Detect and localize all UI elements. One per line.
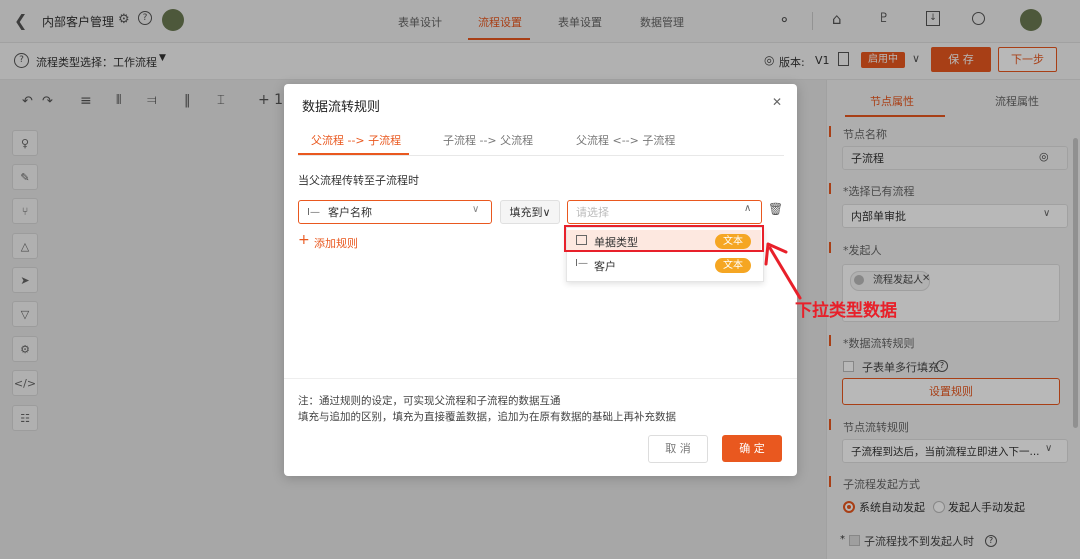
add-rule-plus-icon[interactable]: + [298, 232, 310, 248]
section-label: 当父流程传转至子流程时 [298, 174, 419, 187]
target-placeholder: 请选择 [576, 206, 609, 219]
option-type-badge: 文本 [715, 258, 751, 273]
ok-button[interactable]: 确 定 [722, 435, 782, 462]
chevron-up-icon: ∧ [744, 203, 752, 214]
modal-footer-divider [284, 378, 797, 379]
chevron-down-icon: ∨ [472, 204, 480, 215]
note-line-1: 注：通过规则的设定，可实现父流程和子流程的数据互通 [298, 395, 561, 407]
action-value: 填充到∨ [509, 206, 551, 219]
source-field-value: 客户名称 [327, 206, 372, 219]
highlight-box [564, 225, 764, 252]
add-rule-link[interactable]: 添加规则 [314, 235, 358, 251]
modal-tab-parent-to-child[interactable]: 父流程 --> 子流程 [311, 132, 401, 148]
text-type-icon: I— [307, 206, 320, 218]
note-line-2: 填充与追加的区别，填充为直接覆盖数据，追加为在原有数据的基础上再补充数据 [298, 411, 676, 423]
source-field-select[interactable]: I— 客户名称 [298, 200, 492, 224]
ok-label: 确 定 [739, 442, 765, 455]
modal-title: 数据流转规则 [302, 100, 381, 115]
text-type-icon: I— [575, 258, 588, 269]
annotation-label: 下拉类型数据 [795, 301, 897, 321]
cancel-label: 取 消 [665, 442, 691, 455]
target-field-select[interactable]: 请选择 [567, 200, 762, 224]
option-label: 客户 [594, 260, 616, 273]
data-flow-rule-modal: 数据流转规则 ✕ 父流程 --> 子流程 子流程 --> 父流程 父流程 <--… [284, 84, 797, 476]
modal-tab-bidirectional[interactable]: 父流程 <--> 子流程 [576, 132, 675, 148]
action-select[interactable]: 填充到∨ [500, 200, 560, 224]
cancel-button[interactable]: 取 消 [648, 435, 708, 463]
trash-icon[interactable]: 🗑︎ [768, 202, 783, 216]
modal-tab-child-to-parent[interactable]: 子流程 --> 父流程 [443, 132, 533, 148]
tab-divider [298, 155, 784, 156]
dropdown-option[interactable]: I— 客户 文本 [567, 254, 761, 276]
close-icon[interactable]: ✕ [772, 95, 782, 109]
